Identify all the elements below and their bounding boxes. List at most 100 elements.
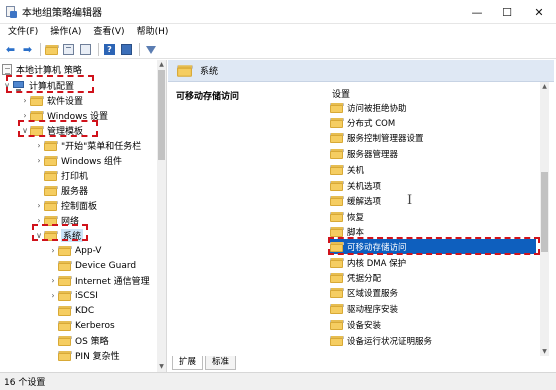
scroll-down-icon[interactable]: ▼ <box>540 347 549 356</box>
setting-label: 关机选项 <box>347 181 382 192</box>
tree-item-software-settings[interactable]: › 软件设置 <box>20 93 83 108</box>
details-header-title: 系统 <box>200 67 219 77</box>
window-title: 本地组策略编辑器 <box>22 8 102 19</box>
tab-standard[interactable]: 标准 <box>205 356 237 370</box>
setting-label: 服务器管理器 <box>347 149 399 160</box>
tree-item-printers[interactable]: 打印机 <box>34 168 88 183</box>
tree-scroll-thumb[interactable] <box>158 70 165 160</box>
setting-item[interactable]: 服务器管理器 <box>330 146 536 161</box>
folder-icon <box>44 185 58 196</box>
menu-file[interactable]: 文件(F) <box>2 24 44 41</box>
tree-item-windows-components[interactable]: › Windows 组件 <box>34 153 122 168</box>
chevron-down-icon[interactable]: ∨ <box>20 126 30 135</box>
close-button[interactable]: ✕ <box>524 0 554 24</box>
chevron-right-icon[interactable]: › <box>34 201 44 210</box>
tree-item-label: 计算机配置 <box>29 82 75 92</box>
toolbar: ⬅ ➡ ? <box>0 41 556 59</box>
scroll-up-icon[interactable]: ▲ <box>540 82 549 91</box>
tab-extended[interactable]: 扩展 <box>172 356 204 370</box>
setting-item-selected[interactable]: 可移动存储访问 <box>330 239 536 254</box>
back-button[interactable]: ⬅ <box>3 42 18 57</box>
tree-item-network[interactable]: › 网络 <box>34 213 79 228</box>
menu-action[interactable]: 操作(A) <box>44 24 87 41</box>
chevron-right-icon[interactable]: › <box>48 291 58 300</box>
setting-label: 驱动程序安装 <box>347 304 399 315</box>
folder-icon <box>58 275 72 286</box>
minimize-button[interactable]: — <box>462 0 492 24</box>
folder-icon <box>58 260 72 271</box>
tree-scrollbar[interactable]: ▲ ▼ <box>157 60 166 372</box>
tree-item-pin-complexity[interactable]: PIN 复杂性 <box>48 348 120 363</box>
menu-bar: 文件(F) 操作(A) 查看(V) 帮助(H) <box>0 24 556 41</box>
menu-help[interactable]: 帮助(H) <box>131 24 175 41</box>
tree-item-server[interactable]: 服务器 <box>34 183 88 198</box>
setting-item[interactable]: 驱动程序安装 <box>330 301 536 316</box>
folder-icon <box>330 102 344 113</box>
tree-item-admin-templates[interactable]: ∨ 管理模板 <box>20 123 83 138</box>
tree-item-kerberos[interactable]: Kerberos <box>48 318 115 333</box>
setting-item[interactable]: 脚本 <box>330 224 536 239</box>
folder-icon <box>330 117 344 128</box>
tree-item-kdc[interactable]: KDC <box>48 303 94 318</box>
export-button[interactable] <box>78 42 93 57</box>
properties-button[interactable] <box>119 42 134 57</box>
tree-item-iscsi[interactable]: › iSCSI <box>48 288 98 303</box>
setting-item[interactable]: 内核 DMA 保护 <box>330 255 536 270</box>
setting-item[interactable]: 服务控制管理器设置 <box>330 130 536 145</box>
chevron-right-icon[interactable]: › <box>20 96 30 105</box>
tree-item-label: Windows 组件 <box>61 157 123 167</box>
tree-item-app-v[interactable]: › App-V <box>48 243 101 258</box>
setting-label: 脚本 <box>347 227 365 238</box>
tree-item-internet-comm[interactable]: › Internet 通信管理 <box>48 273 150 288</box>
setting-item[interactable]: 设备运行状况证明服务 <box>330 333 536 348</box>
details-pane: 系统 可移动存储访问 设置 访问被拒绝协助 分布式 COM 服务控制管理器设置 … <box>168 60 554 356</box>
setting-label: 区域设置服务 <box>347 288 399 299</box>
tree-item-label: OS 策略 <box>75 337 109 347</box>
chevron-right-icon[interactable]: › <box>20 111 30 120</box>
details-scrollbar[interactable]: ▲ ▼ <box>540 82 549 356</box>
scroll-up-icon[interactable]: ▲ <box>157 60 166 69</box>
maximize-button[interactable]: ☐ <box>492 0 522 24</box>
folder-icon <box>330 335 344 346</box>
setting-item[interactable]: 分布式 COM <box>330 115 536 130</box>
details-scroll-thumb[interactable] <box>541 172 548 252</box>
up-folder-button[interactable] <box>44 42 59 57</box>
folder-icon <box>330 319 344 330</box>
setting-item[interactable]: 关机选项 <box>330 178 536 193</box>
setting-item[interactable]: 设备安装 <box>330 317 536 332</box>
setting-item[interactable]: 凭据分配 <box>330 270 536 285</box>
settings-column-header[interactable]: 设置 <box>332 87 350 100</box>
tree-item-os-policy[interactable]: OS 策略 <box>48 333 109 348</box>
filter-button[interactable] <box>143 42 158 57</box>
forward-button[interactable]: ➡ <box>20 42 35 57</box>
setting-item[interactable]: 恢复 <box>330 209 536 224</box>
show-tree-button[interactable] <box>61 42 76 57</box>
chevron-right-icon[interactable]: › <box>48 276 58 285</box>
chevron-right-icon[interactable]: › <box>34 156 44 165</box>
tree-item-computer-config[interactable]: ∨ 计算机配置 <box>2 78 74 93</box>
toolbar-separator <box>98 43 99 56</box>
setting-label: 内核 DMA 保护 <box>347 258 407 269</box>
chevron-right-icon[interactable]: › <box>34 216 44 225</box>
tree-item-label: Internet 通信管理 <box>75 277 150 287</box>
help-button[interactable]: ? <box>102 42 117 57</box>
chevron-down-icon[interactable]: ∨ <box>2 81 12 90</box>
tree-item-local-policy[interactable]: 本地计算机 策略 <box>2 62 82 77</box>
setting-item[interactable]: 关机 <box>330 162 536 177</box>
chevron-right-icon[interactable]: › <box>48 246 58 255</box>
folder-icon <box>330 226 344 237</box>
folder-icon <box>58 350 72 361</box>
tree-item-windows-settings[interactable]: › Windows 设置 <box>20 108 108 123</box>
tree-item-device-guard[interactable]: Device Guard <box>48 258 136 273</box>
scroll-down-icon[interactable]: ▼ <box>157 362 166 371</box>
setting-item[interactable]: 访问被拒绝协助 <box>330 100 536 115</box>
tree-item-control-panel[interactable]: › 控制面板 <box>34 198 97 213</box>
chevron-down-icon[interactable]: ∨ <box>34 231 44 240</box>
chevron-right-icon[interactable]: › <box>34 141 44 150</box>
setting-item[interactable]: 缓解选项 <box>330 193 536 208</box>
tree-item-label: 系统 <box>61 229 84 242</box>
setting-item[interactable]: 区域设置服务 <box>330 285 536 300</box>
tree-item-system[interactable]: ∨ 系统 <box>34 228 84 243</box>
menu-view[interactable]: 查看(V) <box>87 24 130 41</box>
tree-item-start-menu[interactable]: › "开始"菜单和任务栏 <box>34 138 141 153</box>
